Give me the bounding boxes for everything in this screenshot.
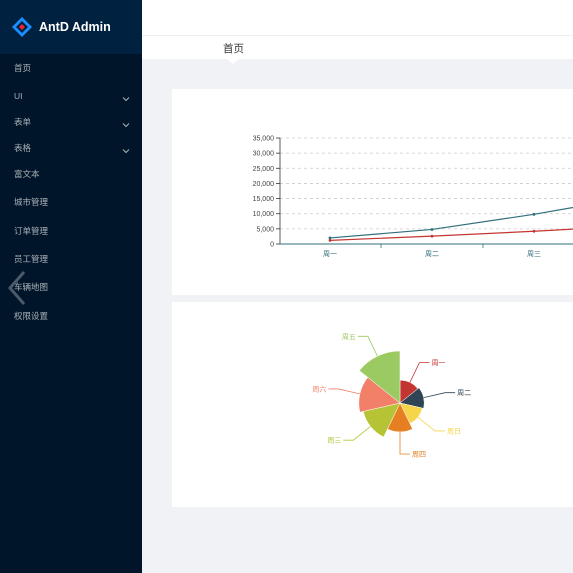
y-tick-label: 5,000 [256,226,274,233]
pie-label: 周一 [431,359,445,367]
line-point [430,228,434,231]
sidebar-item-label: 首页 [14,63,32,73]
pie-label: 周四 [412,450,426,458]
top-header [142,0,573,36]
y-tick-label: 35,000 [253,136,275,143]
line-point [430,234,434,238]
line-series-0 [329,206,573,239]
y-tick-label: 25,000 [253,166,275,173]
pie-chart-card: 周一周二周日周四 周三 周六 周五 [172,302,573,507]
x-tick-label: 周三 [527,250,541,258]
pie-chart: 周一周二周日周四 周三 周六 周五 [312,333,471,459]
y-tick-label: 15,000 [253,196,275,203]
sidebar-item-label: 表单 [14,117,32,127]
sidebar-item-label: 城市管理 [14,197,49,207]
breadcrumb-caret [226,58,240,64]
sidebar-item-label: 订单管理 [14,226,49,236]
pie-label-line [343,426,371,441]
line-chart: 0 5,000 10,000 15,000 20,000 25,000 30,000 35,0… [253,136,573,258]
y-tick-label: 30,000 [253,151,275,158]
antd-logo-icon [11,16,33,38]
sidebar-item-5[interactable]: 城市管理 [0,192,142,212]
line-point [328,238,332,242]
sidebar-item-label: UI [14,91,23,101]
sidebar-item-4[interactable]: 富文本 [0,164,142,184]
pie-label-line [328,388,360,395]
sidebar-item-label: 表格 [14,143,32,153]
pie-label: 周二 [457,389,471,397]
breadcrumb: 首页 [142,36,573,59]
pie-label: 周五 [342,333,356,341]
sidebar-item-6[interactable]: 订单管理 [0,221,142,241]
pie-label-line [357,335,378,357]
y-tick-label: 0 [270,242,274,249]
sidebar-item-label: 富文本 [14,169,40,179]
sidebar: AntD Admin 首页 UI 表单 表格 富文本 城市管理 订单管理 员工管理 车辆地图 权限… [0,0,142,573]
x-tick-label: 周一 [323,250,337,258]
logo-bar[interactable]: AntD Admin [0,0,142,54]
main-content: 首页 0 5,000 10,000 15,000 20,000 25,000 30,000 3… [142,0,573,573]
pie-label-line [417,416,446,432]
line-chart-card: 0 5,000 10,000 15,000 20,000 25,000 30,000 35,0… [172,89,573,295]
sidebar-item-0[interactable]: 首页 [0,58,142,78]
pie-label: 周六 [312,384,326,393]
pie-label-line [409,362,430,383]
app-title: AntD Admin [39,20,111,34]
sidebar-item-2[interactable]: 表单 [0,112,142,132]
y-tick-label: 10,000 [253,211,275,218]
pie-label-line [399,431,410,455]
sidebar-item-9[interactable]: 权限设置 [0,306,142,326]
x-tick-label: 周二 [425,250,439,258]
line-point [328,236,332,240]
sidebar-item-1[interactable]: UI [0,86,142,106]
pie-label-line [423,392,456,398]
chevron-down-icon [121,117,131,128]
chevron-down-icon [121,91,131,102]
sidebar-item-7[interactable]: 员工管理 [0,249,142,269]
chevron-down-icon [121,143,131,154]
page-title: 首页 [223,43,244,55]
line-point [532,212,536,216]
collapse-chevron-icon[interactable] [6,268,30,308]
pie-label: 周日 [447,427,461,435]
line-point [532,229,536,233]
sidebar-item-label: 权限设置 [14,311,49,321]
pie-label: 周三 [327,437,341,445]
y-tick-label: 20,000 [253,181,275,188]
sidebar-item-label: 员工管理 [14,254,49,264]
sidebar-item-3[interactable]: 表格 [0,138,142,158]
